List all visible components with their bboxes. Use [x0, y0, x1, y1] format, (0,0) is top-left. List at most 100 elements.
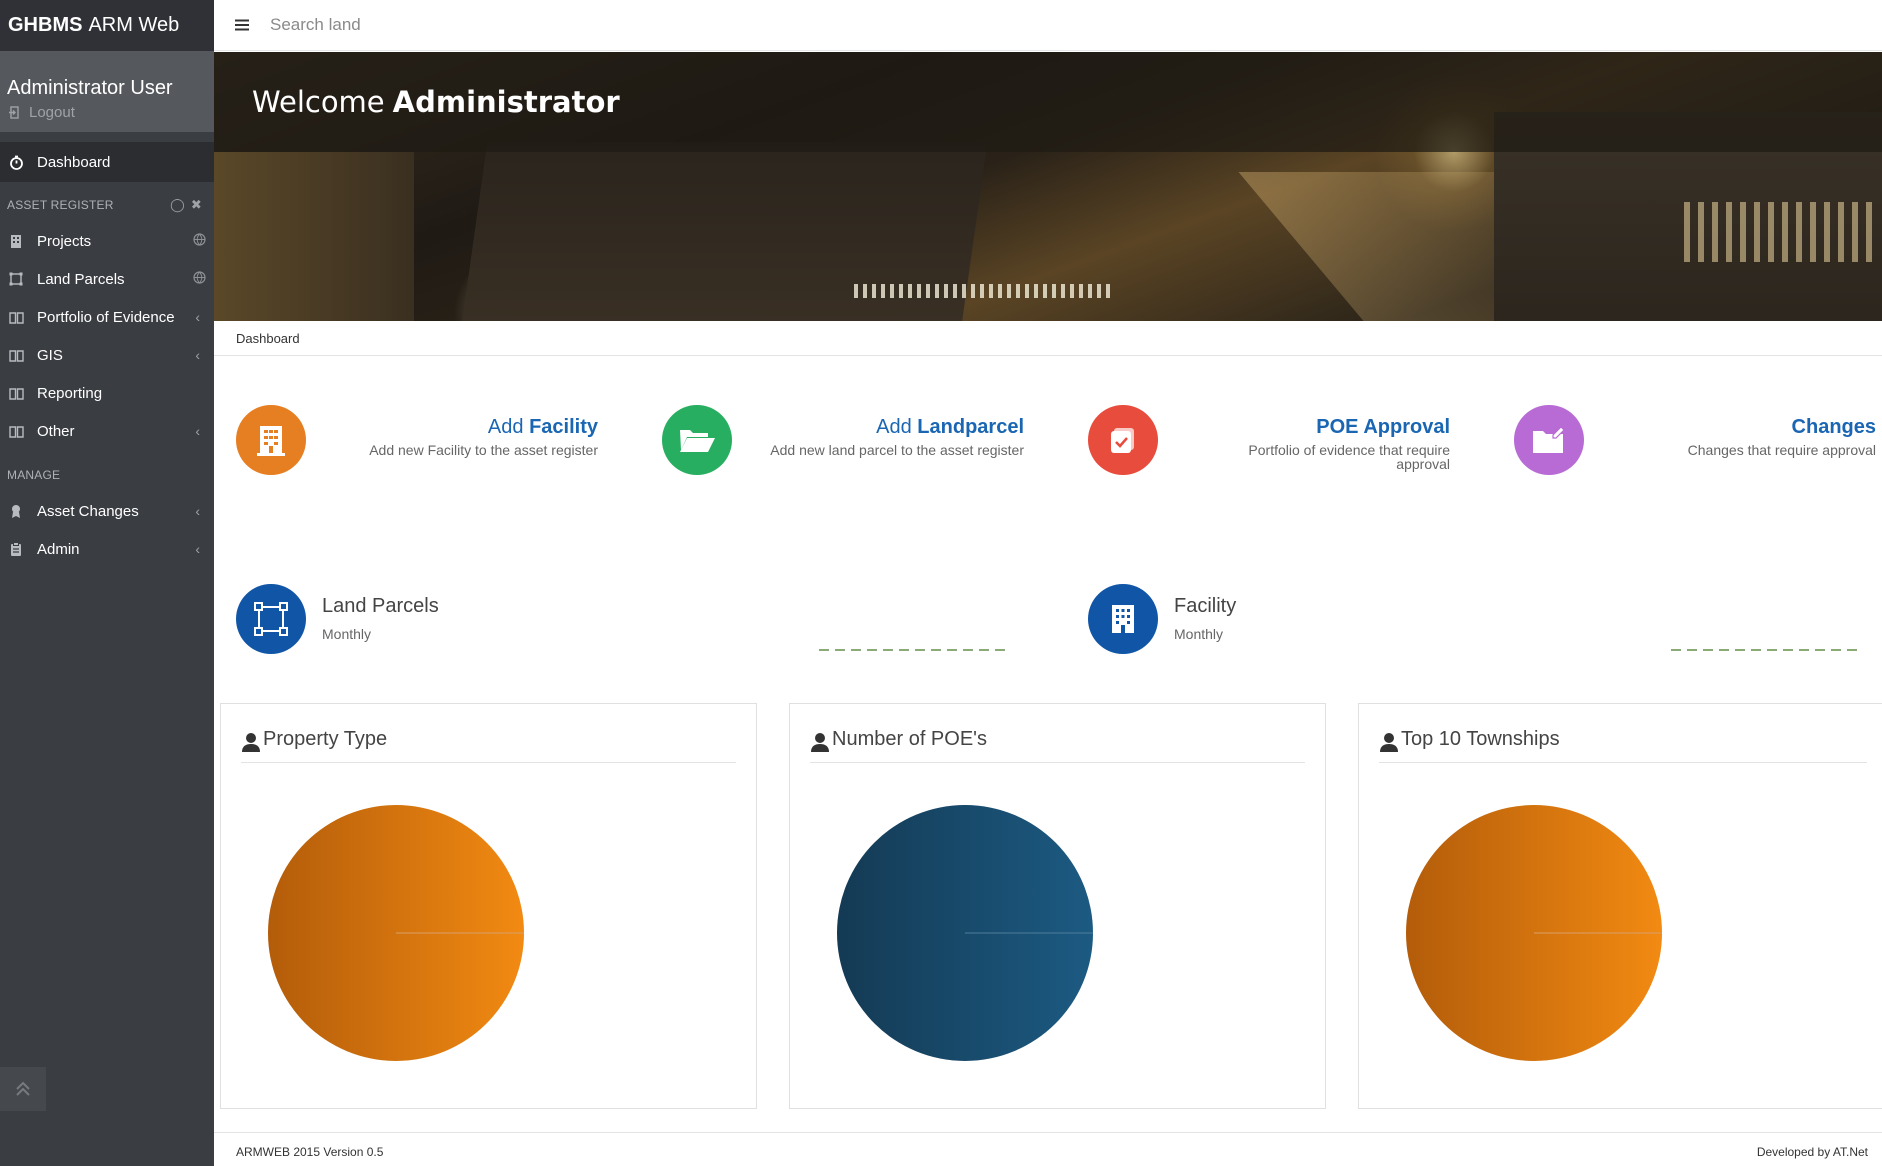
brand-rest: ARM Web [88, 14, 180, 36]
user-icon [242, 733, 260, 752]
panel-title-text: Top 10 Townships [1401, 728, 1560, 750]
banner-photo-detail [214, 152, 414, 321]
building-icon [1088, 584, 1158, 654]
vector-square-icon [8, 271, 24, 287]
stopwatch-icon [8, 154, 24, 170]
welcome-text: Welcome [252, 85, 385, 119]
quick-action-add-facility[interactable]: Add Facility Add new Facility to the ass… [236, 405, 598, 485]
panel-title: Property Type [241, 728, 736, 763]
breadcrumb: Dashboard [214, 321, 1882, 356]
stat-name: Facility [1174, 595, 1237, 617]
user-icon [811, 733, 829, 752]
chevron-left-icon: ‹ [195, 503, 200, 519]
quick-action-desc: Add new land parcel to the asset registe… [770, 442, 1024, 458]
changes-icon-circle [1514, 405, 1584, 475]
chevron-left-icon: ‹ [195, 423, 200, 439]
search-input[interactable] [270, 15, 670, 35]
quick-action-desc: Changes that require approval [1687, 442, 1876, 458]
stat-land-parcels: Land Parcels Monthly [236, 584, 1011, 659]
double-chevron-up-icon [16, 1081, 30, 1096]
quick-action-text: Add Facility Add new Facility to the ass… [369, 416, 598, 457]
globe-icon[interactable] [193, 270, 206, 288]
quick-action-title[interactable]: Changes [1688, 416, 1876, 439]
sidebar: GHBMS ARM Web Administrator User Logout … [0, 0, 214, 1166]
section-label: MANAGE [7, 468, 61, 482]
quick-action-title[interactable]: Add Landparcel [770, 416, 1024, 439]
quick-action-poe-approval[interactable]: POE Approval Portfolio of evidence that … [1088, 405, 1450, 485]
title-bold: Changes [1791, 416, 1876, 438]
sidebar-item-label: Portfolio of Evidence [37, 308, 175, 326]
logout-label: Logout [29, 104, 75, 121]
quick-action-add-landparcel[interactable]: Add Landparcel Add new land parcel to th… [662, 405, 1024, 485]
sidebar-item-other[interactable]: Other ‹ [0, 412, 214, 450]
user-panel: Administrator User Logout [0, 51, 214, 132]
footer: ARMWEB 2015 Version 0.5 Developed by AT.… [214, 1132, 1882, 1166]
folder-edit-icon [1533, 426, 1565, 453]
sidebar-item-gis[interactable]: GIS ‹ [0, 336, 214, 374]
sidebar-item-admin[interactable]: Admin ‹ [0, 530, 214, 568]
pie-chart[interactable] [267, 804, 525, 1062]
globe-icon[interactable] [193, 232, 206, 250]
title-prefix: Add [487, 416, 524, 438]
section-manage: MANAGE [0, 458, 214, 492]
sidebar-item-label: Projects [37, 232, 92, 250]
panel-number-of-poes: Number of POE's [789, 703, 1326, 1109]
app-brand[interactable]: GHBMS ARM Web [0, 0, 214, 51]
pie-chart[interactable] [836, 804, 1094, 1062]
facility-icon-circle [236, 405, 306, 475]
quick-action-title[interactable]: POE Approval [1210, 416, 1450, 439]
quick-action-desc: Portfolio of evidence that require appro… [1248, 442, 1450, 472]
section-label: ASSET REGISTER [7, 198, 114, 212]
banner-photo-detail [1684, 202, 1874, 262]
building-icon [8, 233, 24, 249]
scroll-to-top-button[interactable] [0, 1067, 46, 1111]
chevron-left-icon: ‹ [195, 541, 200, 557]
logout-link[interactable]: Logout [7, 104, 214, 121]
book-icon [8, 309, 24, 325]
title-bold: Landparcel [917, 416, 1024, 438]
hamburger-icon [235, 19, 249, 30]
stat-period: Monthly [322, 626, 372, 642]
sidebar-item-asset-changes[interactable]: Asset Changes ‹ [0, 492, 214, 530]
welcome-banner: Welcome Administrator [214, 52, 1882, 321]
sidebar-item-dashboard[interactable]: Dashboard [0, 142, 214, 182]
chevron-left-icon: ‹ [195, 347, 200, 363]
quick-action-changes[interactable]: Changes Changes that require approval [1514, 405, 1876, 485]
book-icon [8, 385, 24, 401]
quick-action-title[interactable]: Add Facility [369, 416, 598, 439]
banner-photo-detail [854, 284, 1114, 298]
footer-version: ARMWEB 2015 Version 0.5 [236, 1145, 384, 1159]
sidebar-item-label: Reporting [37, 384, 103, 402]
breadcrumb-item[interactable]: Dashboard [236, 331, 300, 346]
sidebar-item-land-parcels[interactable]: Land Parcels [0, 260, 214, 298]
sparkline [819, 649, 1011, 651]
sidebar-item-label: GIS [37, 346, 63, 364]
sidebar-item-projects[interactable]: Projects [0, 222, 214, 260]
welcome-heading: Welcome Administrator [214, 52, 1882, 152]
sidebar-item-label: Land Parcels [37, 270, 125, 288]
panel-title: Top 10 Townships [1379, 728, 1867, 763]
logout-icon [9, 106, 19, 119]
lightbulb-icon[interactable]: ◯ [170, 197, 185, 213]
panel-title-text: Property Type [263, 728, 388, 750]
clipboard-icon [8, 541, 24, 557]
building-icon [257, 426, 285, 456]
sidebar-item-label: Asset Changes [37, 502, 139, 520]
hamburger-menu-button[interactable] [214, 15, 270, 36]
user-name: Administrator User [7, 77, 173, 99]
panel-property-type: Property Type [220, 703, 757, 1109]
sidebar-item-portfolio[interactable]: Portfolio of Evidence ‹ [0, 298, 214, 336]
quick-action-desc: Add new Facility to the asset register [369, 442, 598, 458]
poe-icon-circle [1088, 405, 1158, 475]
vector-square-icon [236, 584, 306, 654]
quick-action-text: POE Approval Portfolio of evidence that … [1210, 416, 1450, 471]
welcome-user: Administrator [392, 85, 620, 119]
sidebar-item-label: Admin [37, 540, 80, 558]
panel-title: Number of POE's [810, 728, 1305, 763]
sidebar-item-reporting[interactable]: Reporting [0, 374, 214, 412]
tools-icon[interactable]: ✖ [191, 197, 202, 213]
title-bold: Facility [529, 416, 598, 438]
stat-period: Monthly [1174, 626, 1224, 642]
pie-chart[interactable] [1405, 804, 1663, 1062]
section-asset-register: ASSET REGISTER ◯ ✖ [0, 188, 214, 222]
